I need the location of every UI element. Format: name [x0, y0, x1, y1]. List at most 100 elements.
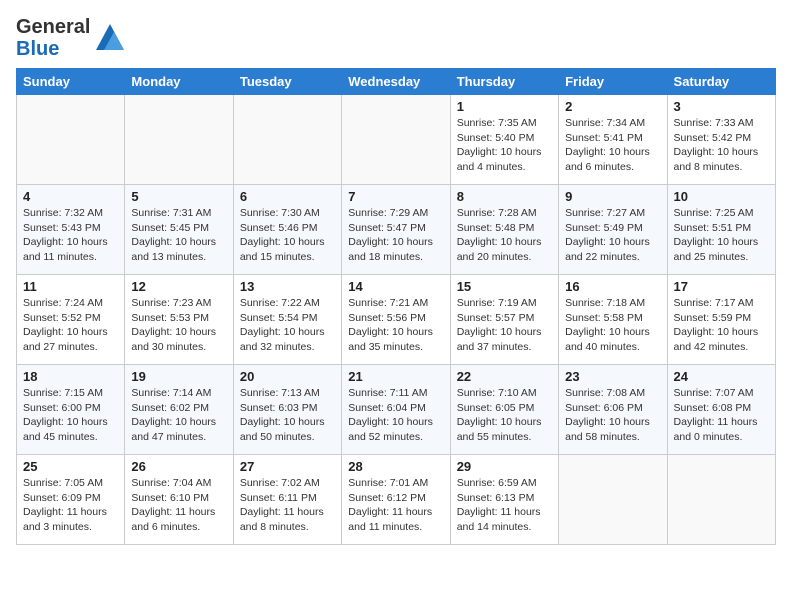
calendar-cell: [667, 455, 775, 545]
day-info: Sunrise: 7:25 AM Sunset: 5:51 PM Dayligh…: [674, 206, 769, 265]
day-number: 12: [131, 279, 226, 294]
calendar-cell: 8 Sunrise: 7:28 AM Sunset: 5:48 PM Daylig…: [450, 185, 558, 275]
calendar-cell: 24 Sunrise: 7:07 AM Sunset: 6:08 PM Dayli…: [667, 365, 775, 455]
calendar-cell: 11Sunrise: 7:24 AM Sunset: 5:52 PM Dayli…: [17, 275, 125, 365]
calendar-cell: 22 Sunrise: 7:10 AM Sunset: 6:05 PM Dayli…: [450, 365, 558, 455]
day-number: 17: [674, 279, 769, 294]
day-number: 2: [565, 99, 660, 114]
col-header-wednesday: Wednesday: [342, 69, 450, 95]
calendar-cell: [233, 95, 341, 185]
day-number: 14: [348, 279, 443, 294]
col-header-tuesday: Tuesday: [233, 69, 341, 95]
day-number: 3: [674, 99, 769, 114]
calendar-cell: 15 Sunrise: 7:19 AM Sunset: 5:57 PM Dayli…: [450, 275, 558, 365]
day-info: Sunrise: 7:33 AM Sunset: 5:42 PM Dayligh…: [674, 116, 769, 175]
day-info: Sunrise: 7:23 AM Sunset: 5:53 PM Dayligh…: [131, 296, 226, 355]
day-number: 16: [565, 279, 660, 294]
day-number: 28: [348, 459, 443, 474]
calendar-cell: 5 Sunrise: 7:31 AM Sunset: 5:45 PM Daylig…: [125, 185, 233, 275]
day-number: 27: [240, 459, 335, 474]
calendar-week-1: 1Sunrise: 7:35 AM Sunset: 5:40 PM Daylig…: [17, 95, 776, 185]
calendar-cell: 7 Sunrise: 7:29 AM Sunset: 5:47 PM Daylig…: [342, 185, 450, 275]
calendar-cell: 29Sunrise: 6:59 AM Sunset: 6:13 PM Dayli…: [450, 455, 558, 545]
day-info: Sunrise: 7:32 AM Sunset: 5:43 PM Dayligh…: [23, 206, 118, 265]
calendar-cell: 21Sunrise: 7:11 AM Sunset: 6:04 PM Dayli…: [342, 365, 450, 455]
col-header-friday: Friday: [559, 69, 667, 95]
logo-general: General: [16, 16, 90, 38]
calendar-header-row: SundayMondayTuesdayWednesdayThursdayFrid…: [17, 69, 776, 95]
day-number: 18: [23, 369, 118, 384]
day-info: Sunrise: 7:02 AM Sunset: 6:11 PM Dayligh…: [240, 476, 335, 535]
calendar-cell: [17, 95, 125, 185]
calendar-cell: 19 Sunrise: 7:14 AM Sunset: 6:02 PM Dayli…: [125, 365, 233, 455]
calendar-cell: 20Sunrise: 7:13 AM Sunset: 6:03 PM Dayli…: [233, 365, 341, 455]
calendar-cell: 28 Sunrise: 7:01 AM Sunset: 6:12 PM Dayli…: [342, 455, 450, 545]
day-info: Sunrise: 7:15 AM Sunset: 6:00 PM Dayligh…: [23, 386, 118, 445]
logo-icon: [94, 22, 126, 54]
day-number: 24: [674, 369, 769, 384]
day-number: 15: [457, 279, 552, 294]
calendar-week-4: 18 Sunrise: 7:15 AM Sunset: 6:00 PM Dayli…: [17, 365, 776, 455]
day-number: 8: [457, 189, 552, 204]
calendar-cell: 25 Sunrise: 7:05 AM Sunset: 6:09 PM Dayli…: [17, 455, 125, 545]
day-number: 10: [674, 189, 769, 204]
calendar-body: 1Sunrise: 7:35 AM Sunset: 5:40 PM Daylig…: [17, 95, 776, 545]
day-info: Sunrise: 7:17 AM Sunset: 5:59 PM Dayligh…: [674, 296, 769, 355]
day-info: Sunrise: 7:11 AM Sunset: 6:04 PM Dayligh…: [348, 386, 443, 445]
day-info: Sunrise: 7:19 AM Sunset: 5:57 PM Dayligh…: [457, 296, 552, 355]
calendar-cell: 26Sunrise: 7:04 AM Sunset: 6:10 PM Dayli…: [125, 455, 233, 545]
day-number: 11: [23, 279, 118, 294]
calendar-cell: 16 Sunrise: 7:18 AM Sunset: 5:58 PM Dayli…: [559, 275, 667, 365]
day-number: 25: [23, 459, 118, 474]
day-info: Sunrise: 7:22 AM Sunset: 5:54 PM Dayligh…: [240, 296, 335, 355]
calendar-week-2: 4Sunrise: 7:32 AM Sunset: 5:43 PM Daylig…: [17, 185, 776, 275]
page-header: General Blue: [16, 16, 776, 60]
day-number: 19: [131, 369, 226, 384]
day-info: Sunrise: 7:21 AM Sunset: 5:56 PM Dayligh…: [348, 296, 443, 355]
calendar-table: SundayMondayTuesdayWednesdayThursdayFrid…: [16, 68, 776, 545]
day-number: 23: [565, 369, 660, 384]
day-info: Sunrise: 7:29 AM Sunset: 5:47 PM Dayligh…: [348, 206, 443, 265]
calendar-week-3: 11Sunrise: 7:24 AM Sunset: 5:52 PM Dayli…: [17, 275, 776, 365]
calendar-week-5: 25 Sunrise: 7:05 AM Sunset: 6:09 PM Dayli…: [17, 455, 776, 545]
day-info: Sunrise: 7:34 AM Sunset: 5:41 PM Dayligh…: [565, 116, 660, 175]
calendar-cell: 6 Sunrise: 7:30 AM Sunset: 5:46 PM Daylig…: [233, 185, 341, 275]
calendar-cell: 4Sunrise: 7:32 AM Sunset: 5:43 PM Daylig…: [17, 185, 125, 275]
day-number: 13: [240, 279, 335, 294]
calendar-cell: 10 Sunrise: 7:25 AM Sunset: 5:51 PM Dayli…: [667, 185, 775, 275]
calendar-cell: 3 Sunrise: 7:33 AM Sunset: 5:42 PM Daylig…: [667, 95, 775, 185]
col-header-saturday: Saturday: [667, 69, 775, 95]
calendar-cell: 14 Sunrise: 7:21 AM Sunset: 5:56 PM Dayli…: [342, 275, 450, 365]
col-header-monday: Monday: [125, 69, 233, 95]
calendar-cell: 17 Sunrise: 7:17 AM Sunset: 5:59 PM Dayli…: [667, 275, 775, 365]
day-info: Sunrise: 7:07 AM Sunset: 6:08 PM Dayligh…: [674, 386, 769, 445]
day-number: 6: [240, 189, 335, 204]
day-info: Sunrise: 6:59 AM Sunset: 6:13 PM Dayligh…: [457, 476, 552, 535]
calendar-cell: 2 Sunrise: 7:34 AM Sunset: 5:41 PM Daylig…: [559, 95, 667, 185]
day-info: Sunrise: 7:18 AM Sunset: 5:58 PM Dayligh…: [565, 296, 660, 355]
calendar-cell: 12 Sunrise: 7:23 AM Sunset: 5:53 PM Dayli…: [125, 275, 233, 365]
calendar-cell: 9 Sunrise: 7:27 AM Sunset: 5:49 PM Daylig…: [559, 185, 667, 275]
calendar-cell: [559, 455, 667, 545]
logo: General Blue: [16, 16, 126, 60]
day-info: Sunrise: 7:01 AM Sunset: 6:12 PM Dayligh…: [348, 476, 443, 535]
day-number: 20: [240, 369, 335, 384]
day-info: Sunrise: 7:04 AM Sunset: 6:10 PM Dayligh…: [131, 476, 226, 535]
day-info: Sunrise: 7:28 AM Sunset: 5:48 PM Dayligh…: [457, 206, 552, 265]
day-info: Sunrise: 7:30 AM Sunset: 5:46 PM Dayligh…: [240, 206, 335, 265]
day-info: Sunrise: 7:05 AM Sunset: 6:09 PM Dayligh…: [23, 476, 118, 535]
day-number: 9: [565, 189, 660, 204]
calendar-cell: 1Sunrise: 7:35 AM Sunset: 5:40 PM Daylig…: [450, 95, 558, 185]
day-number: 5: [131, 189, 226, 204]
calendar-cell: 13 Sunrise: 7:22 AM Sunset: 5:54 PM Dayli…: [233, 275, 341, 365]
day-number: 7: [348, 189, 443, 204]
day-info: Sunrise: 7:14 AM Sunset: 6:02 PM Dayligh…: [131, 386, 226, 445]
col-header-sunday: Sunday: [17, 69, 125, 95]
day-info: Sunrise: 7:27 AM Sunset: 5:49 PM Dayligh…: [565, 206, 660, 265]
day-info: Sunrise: 7:08 AM Sunset: 6:06 PM Dayligh…: [565, 386, 660, 445]
day-number: 22: [457, 369, 552, 384]
calendar-cell: [125, 95, 233, 185]
day-info: Sunrise: 7:10 AM Sunset: 6:05 PM Dayligh…: [457, 386, 552, 445]
logo-blue: Blue: [16, 38, 90, 60]
day-info: Sunrise: 7:31 AM Sunset: 5:45 PM Dayligh…: [131, 206, 226, 265]
